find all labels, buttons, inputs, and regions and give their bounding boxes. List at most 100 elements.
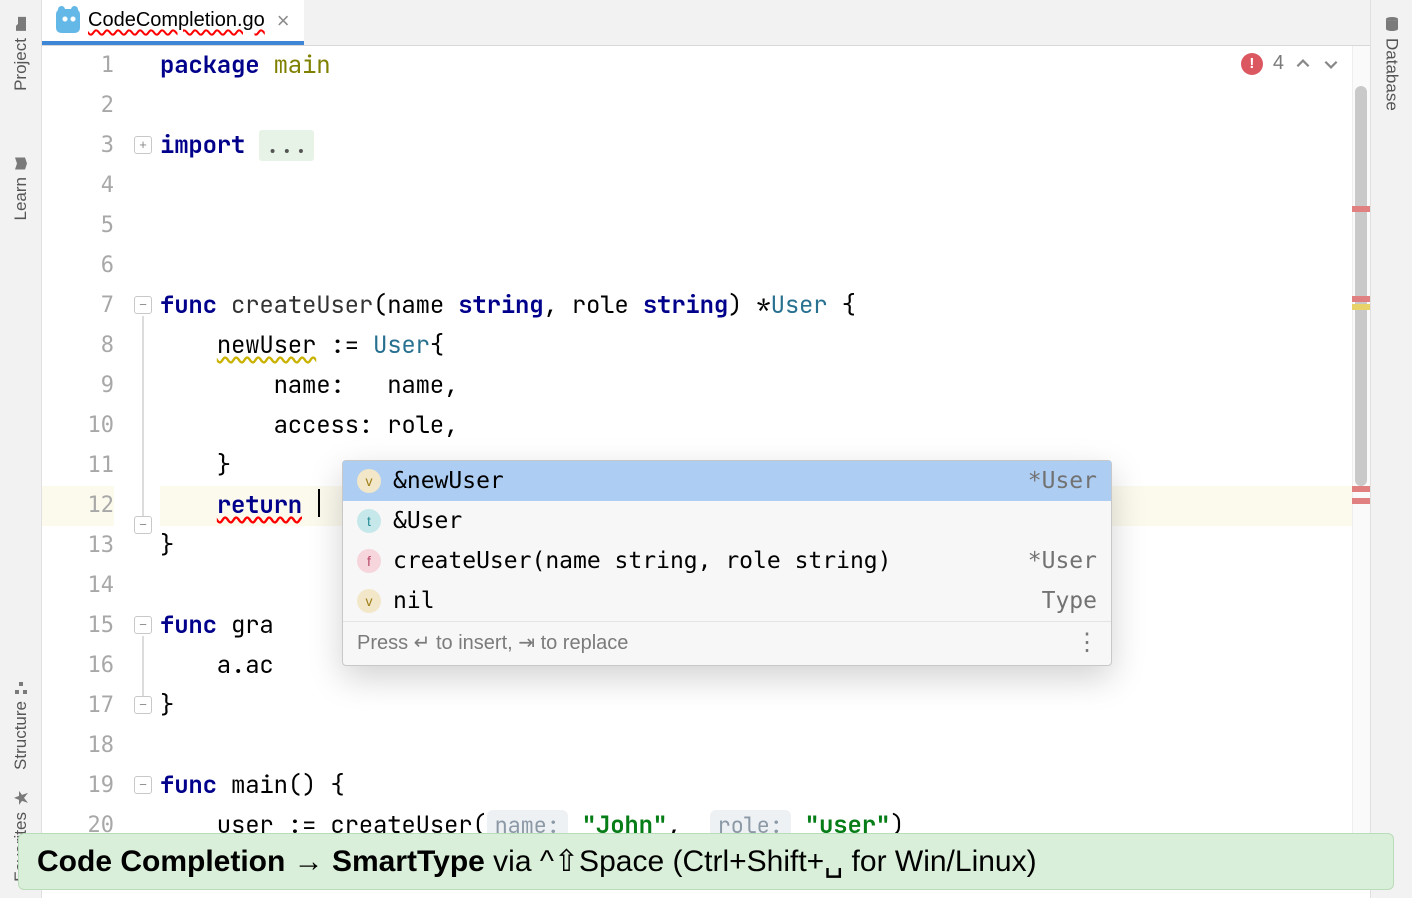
database-icon <box>1384 16 1400 32</box>
chevron-down-icon[interactable] <box>1322 55 1340 73</box>
tab-filename: CodeCompletion.go <box>88 9 265 32</box>
fold-collapse-icon[interactable]: − <box>134 296 152 314</box>
banner-rest: via ^⇧Space (Ctrl+Shift+␣ for Win/Linux) <box>485 845 1037 878</box>
error-stripe[interactable] <box>1352 486 1370 492</box>
code-line: name: name, <box>160 366 1370 406</box>
completion-meta: *User <box>1028 548 1097 574</box>
text-caret <box>318 489 320 517</box>
code-line: access: role, <box>160 406 1370 446</box>
var-name: newUser <box>217 330 316 361</box>
line-number: 17 <box>42 686 114 726</box>
keyword: func <box>160 610 217 641</box>
line-number: 11 <box>42 446 114 486</box>
completion-meta: *User <box>1028 468 1097 494</box>
fold-end-icon[interactable]: − <box>134 516 152 534</box>
editor-tab[interactable]: CodeCompletion.go × <box>42 0 304 45</box>
keyword: package <box>160 50 259 81</box>
completion-item[interactable]: vnilType <box>343 581 1111 621</box>
fold-end-icon[interactable]: − <box>134 696 152 714</box>
completion-label: &newUser <box>393 468 1016 494</box>
type: string <box>643 290 728 321</box>
error-stripe[interactable] <box>1352 296 1370 302</box>
line-number: 4 <box>42 166 114 206</box>
package-name: main <box>274 50 331 81</box>
code-text: { <box>430 330 444 361</box>
completion-popup[interactable]: v&newUser*Usert&UserfcreateUser(name str… <box>342 460 1112 666</box>
code-text: { <box>827 290 855 321</box>
error-stripe[interactable] <box>1352 498 1370 504</box>
func-name: createUser <box>231 290 373 321</box>
completion-kind-icon: t <box>357 509 381 533</box>
tool-learn[interactable]: Learn <box>11 147 31 228</box>
line-number: 9 <box>42 366 114 406</box>
completion-kind-icon: v <box>357 589 381 613</box>
keyword: func <box>160 290 217 321</box>
line-number: 16 <box>42 646 114 686</box>
type: User <box>771 290 828 321</box>
line-number: 6 <box>42 246 114 286</box>
close-icon[interactable]: × <box>277 8 290 34</box>
tool-project[interactable]: Project <box>11 8 31 99</box>
line-number: 7 <box>42 286 114 326</box>
main-column: CodeCompletion.go × ! 4 1 2 3 4 5 6 7 8 … <box>42 0 1370 898</box>
banner-arrow: → <box>285 845 332 878</box>
code-text: , role <box>543 290 642 321</box>
scroll-thumb[interactable] <box>1355 86 1367 486</box>
star-icon <box>13 790 29 806</box>
right-tool-strip: Database <box>1370 0 1412 898</box>
banner-action-1: Code Completion <box>37 845 285 878</box>
type: string <box>458 290 543 321</box>
warning-stripe[interactable] <box>1352 304 1370 310</box>
fold-collapse-icon[interactable]: − <box>134 776 152 794</box>
fold-column[interactable]: + − − − − − <box>134 46 160 898</box>
banner-action-2: SmartType <box>332 845 485 878</box>
code-text: := <box>316 330 373 361</box>
inspection-widget[interactable]: ! 4 <box>1241 52 1340 75</box>
completion-item[interactable]: fcreateUser(name string, role string)*Us… <box>343 541 1111 581</box>
more-icon[interactable]: ⋮ <box>1075 628 1097 657</box>
error-stripe[interactable] <box>1352 206 1370 212</box>
tool-project-label: Project <box>11 38 31 91</box>
structure-icon <box>13 679 29 695</box>
completion-label: createUser(name string, role string) <box>393 548 1016 574</box>
line-number: 8 <box>42 326 114 366</box>
left-tool-strip: Project Learn Structure Favorites <box>0 0 42 898</box>
line-number: 5 <box>42 206 114 246</box>
completion-label: &User <box>393 508 1085 534</box>
type: User <box>373 330 430 361</box>
line-number: 10 <box>42 406 114 446</box>
tool-database-label: Database <box>1382 38 1402 111</box>
line-number: 3 <box>42 126 114 166</box>
line-number: 13 <box>42 526 114 566</box>
completion-item[interactable]: t&User <box>343 501 1111 541</box>
tip-banner: Code Completion → SmartType via ^⇧Space … <box>18 833 1394 890</box>
completion-meta: Type <box>1042 588 1097 614</box>
editor-tab-bar: CodeCompletion.go × <box>42 0 1370 46</box>
error-count: 4 <box>1273 52 1284 75</box>
line-number: 12 <box>42 486 114 526</box>
editor-scrollbar[interactable] <box>1352 46 1370 898</box>
editor[interactable]: ! 4 1 2 3 4 5 6 7 8 9 10 11 12 13 14 15 … <box>42 46 1370 898</box>
keyword: import <box>160 130 245 161</box>
line-gutter[interactable]: 1 2 3 4 5 6 7 8 9 10 11 12 13 14 15 16 1… <box>42 46 134 898</box>
completion-item[interactable]: v&newUser *User <box>343 461 1111 501</box>
tool-database[interactable]: Database <box>1382 8 1402 119</box>
completion-kind-icon: v <box>357 469 381 493</box>
fold-expand-icon[interactable]: + <box>134 136 152 154</box>
folder-icon <box>13 16 29 32</box>
code-text: (name <box>373 290 458 321</box>
tool-learn-label: Learn <box>11 177 31 220</box>
book-icon <box>13 155 29 171</box>
code-line: } <box>160 686 1370 726</box>
fold-line <box>142 316 144 516</box>
tool-structure-label: Structure <box>11 701 31 770</box>
folded-import[interactable]: ... <box>259 130 314 161</box>
go-file-icon <box>56 9 80 33</box>
tool-structure[interactable]: Structure <box>11 671 31 778</box>
keyword: return <box>217 490 302 521</box>
popup-hint: Press ↵ to insert, ⇥ to replace <box>357 630 628 655</box>
fold-collapse-icon[interactable]: − <box>134 616 152 634</box>
line-number: 14 <box>42 566 114 606</box>
fold-line <box>142 636 144 696</box>
chevron-up-icon[interactable] <box>1294 55 1312 73</box>
